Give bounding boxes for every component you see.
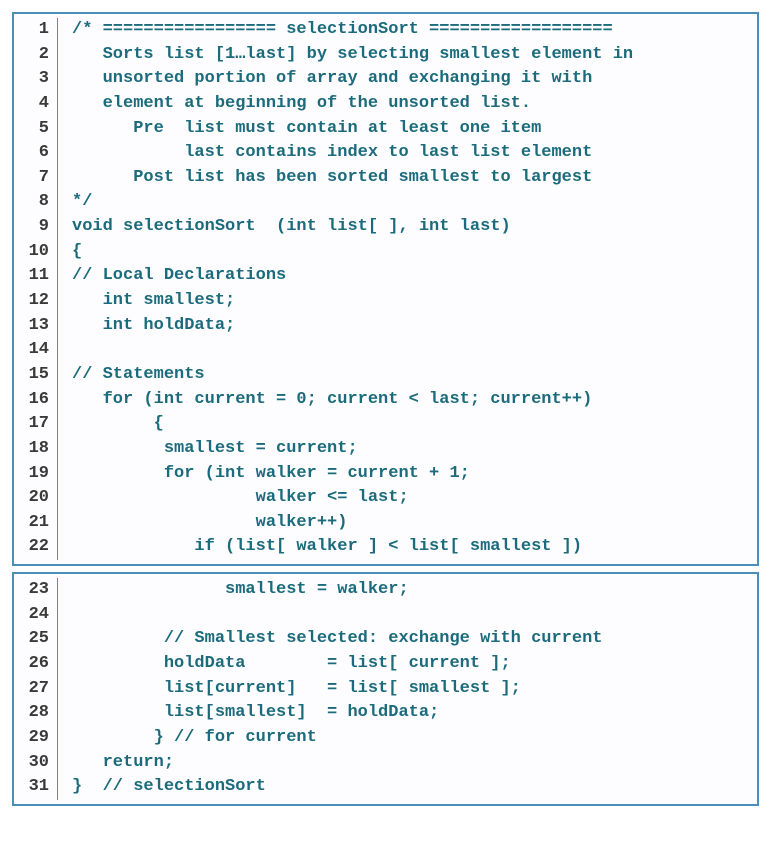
line-number: 2 <box>14 43 58 68</box>
code-text: walker <= last; <box>58 486 409 511</box>
code-text: Pre list must contain at least one item <box>58 117 541 142</box>
line-number: 28 <box>14 701 58 726</box>
line-number: 7 <box>14 166 58 191</box>
code-text: holdData = list[ current ]; <box>58 652 511 677</box>
code-text: for (int current = 0; current < last; cu… <box>58 388 592 413</box>
code-text: last contains index to last list element <box>58 141 592 166</box>
code-line: 3 unsorted portion of array and exchangi… <box>14 67 757 92</box>
code-line: 14 <box>14 338 757 363</box>
code-text: smallest = current; <box>58 437 358 462</box>
code-line: 24 <box>14 603 757 628</box>
code-line: 19 for (int walker = current + 1; <box>14 462 757 487</box>
code-text: return; <box>58 751 174 776</box>
code-text: // Smallest selected: exchange with curr… <box>58 627 603 652</box>
code-line: 16 for (int current = 0; current < last;… <box>14 388 757 413</box>
code-line: 12 int smallest; <box>14 289 757 314</box>
line-number: 30 <box>14 751 58 776</box>
line-number: 31 <box>14 775 58 800</box>
code-text: // Local Declarations <box>58 264 286 289</box>
line-number: 12 <box>14 289 58 314</box>
code-text: smallest = walker; <box>58 578 409 603</box>
code-line: 15// Statements <box>14 363 757 388</box>
code-line: 20 walker <= last; <box>14 486 757 511</box>
code-block-bottom: 23 smallest = walker; 24 25 // Smallest … <box>12 572 759 806</box>
code-text: { <box>58 240 82 265</box>
code-line: 31} // selectionSort <box>14 775 757 800</box>
line-number: 8 <box>14 190 58 215</box>
code-line: 25 // Smallest selected: exchange with c… <box>14 627 757 652</box>
code-text: } // selectionSort <box>58 775 266 800</box>
code-line: 29 } // for current <box>14 726 757 751</box>
line-number: 10 <box>14 240 58 265</box>
code-line: 13 int holdData; <box>14 314 757 339</box>
code-text: // Statements <box>58 363 205 388</box>
line-number: 5 <box>14 117 58 142</box>
line-number: 27 <box>14 677 58 702</box>
code-line: 7 Post list has been sorted smallest to … <box>14 166 757 191</box>
code-text: Sorts list [1…last] by selecting smalles… <box>58 43 633 68</box>
code-text: element at beginning of the unsorted lis… <box>58 92 531 117</box>
line-number: 18 <box>14 437 58 462</box>
code-line: 30 return; <box>14 751 757 776</box>
line-number: 22 <box>14 535 58 560</box>
line-number: 1 <box>14 18 58 43</box>
code-line: 21 walker++) <box>14 511 757 536</box>
code-line: 27 list[current] = list[ smallest ]; <box>14 677 757 702</box>
line-number: 17 <box>14 412 58 437</box>
line-number: 4 <box>14 92 58 117</box>
line-number: 19 <box>14 462 58 487</box>
line-number: 3 <box>14 67 58 92</box>
code-text: int smallest; <box>58 289 235 314</box>
code-line: 18 smallest = current; <box>14 437 757 462</box>
line-number: 20 <box>14 486 58 511</box>
code-line: 9void selectionSort (int list[ ], int la… <box>14 215 757 240</box>
code-text: int holdData; <box>58 314 235 339</box>
line-number: 26 <box>14 652 58 677</box>
code-text: list[smallest] = holdData; <box>58 701 439 726</box>
line-number: 11 <box>14 264 58 289</box>
code-text: walker++) <box>58 511 347 536</box>
code-line: 22 if (list[ walker ] < list[ smallest ]… <box>14 535 757 560</box>
code-text: Post list has been sorted smallest to la… <box>58 166 592 191</box>
line-number: 9 <box>14 215 58 240</box>
line-number: 21 <box>14 511 58 536</box>
line-number: 25 <box>14 627 58 652</box>
code-line: 8*/ <box>14 190 757 215</box>
code-line: 4 element at beginning of the unsorted l… <box>14 92 757 117</box>
code-line: 28 list[smallest] = holdData; <box>14 701 757 726</box>
code-block-top: 1/* ================= selectionSort ====… <box>12 12 759 566</box>
line-number: 6 <box>14 141 58 166</box>
code-line: 5 Pre list must contain at least one ite… <box>14 117 757 142</box>
line-number: 13 <box>14 314 58 339</box>
code-line: 1/* ================= selectionSort ====… <box>14 18 757 43</box>
code-line: 6 last contains index to last list eleme… <box>14 141 757 166</box>
code-text: for (int walker = current + 1; <box>58 462 470 487</box>
code-text: /* ================= selectionSort =====… <box>58 18 613 43</box>
line-number: 16 <box>14 388 58 413</box>
code-line: 11// Local Declarations <box>14 264 757 289</box>
code-line: 26 holdData = list[ current ]; <box>14 652 757 677</box>
code-text: if (list[ walker ] < list[ smallest ]) <box>58 535 582 560</box>
line-number: 14 <box>14 338 58 363</box>
code-text: list[current] = list[ smallest ]; <box>58 677 521 702</box>
code-text: */ <box>58 190 92 215</box>
line-number: 15 <box>14 363 58 388</box>
code-text: unsorted portion of array and exchanging… <box>58 67 592 92</box>
line-number: 23 <box>14 578 58 603</box>
line-number: 24 <box>14 603 58 628</box>
code-line: 10{ <box>14 240 757 265</box>
code-line: 2 Sorts list [1…last] by selecting small… <box>14 43 757 68</box>
code-text: } // for current <box>58 726 317 751</box>
code-line: 23 smallest = walker; <box>14 578 757 603</box>
code-text: void selectionSort (int list[ ], int las… <box>58 215 511 240</box>
code-line: 17 { <box>14 412 757 437</box>
line-number: 29 <box>14 726 58 751</box>
code-text: { <box>58 412 164 437</box>
